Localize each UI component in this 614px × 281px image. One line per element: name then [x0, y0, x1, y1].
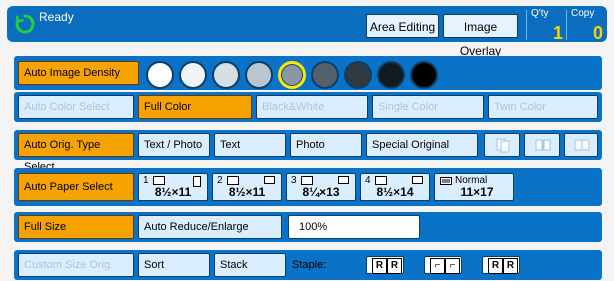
tray-2-size: 8½×11 — [228, 185, 266, 199]
tray-2-index: 2 — [217, 175, 223, 186]
staple-glyph: R — [488, 258, 503, 274]
full-size-button[interactable]: Full Size — [18, 215, 134, 239]
tray-3-index: 3 — [291, 175, 297, 186]
duplex-original-button[interactable] — [484, 133, 520, 157]
auto-color-select-button[interactable]: Auto Color Select — [18, 95, 134, 119]
copy-count-value: 0 — [592, 23, 603, 43]
paper-tray-icon — [375, 176, 387, 185]
full-color-button[interactable]: Full Color — [138, 95, 252, 119]
zoom-ratio-field[interactable]: 100% — [288, 215, 420, 239]
area-editing-button[interactable]: Area Editing — [366, 14, 439, 38]
tray-1-size: 8½×11 — [154, 185, 192, 199]
density-level-7[interactable] — [344, 61, 372, 89]
staple-glyph: R — [387, 258, 402, 274]
density-level-4[interactable] — [245, 61, 273, 89]
bypass-size: 11×17 — [460, 185, 494, 199]
density-level-8[interactable] — [377, 61, 405, 89]
staple-option-1[interactable]: R R — [366, 256, 404, 274]
tray-4-button[interactable]: 4 8½×14 — [360, 173, 430, 201]
tray-3-button[interactable]: 3 8¼×13 — [286, 173, 356, 201]
status-header: Ready Area Editing Image Overlay Q'ty 1 … — [7, 6, 607, 58]
book-original-icon — [535, 139, 551, 151]
staple-option-2[interactable]: ⌐ ⌐ — [424, 256, 462, 274]
combine-original-button[interactable] — [564, 133, 598, 157]
stack-button[interactable]: Stack — [214, 253, 286, 277]
density-row: Auto Image Density — [14, 56, 602, 90]
tray-4-index: 4 — [365, 175, 371, 186]
quantity-display: Q'ty 1 — [527, 8, 567, 42]
staple-glyph: R — [372, 258, 387, 274]
combine-original-icon — [574, 139, 590, 151]
density-level-2[interactable] — [179, 61, 207, 89]
black-white-button[interactable]: Black&White — [256, 95, 368, 119]
auto-image-density-button[interactable]: Auto Image Density — [18, 61, 139, 85]
original-type-row: Auto Orig. Type Select Text / Photo Text… — [14, 130, 602, 173]
density-level-5[interactable] — [278, 61, 306, 89]
reduce-enlarge-row: Full Size Auto Reduce/Enlarge 100% — [14, 212, 602, 242]
paper-select-row: Auto Paper Select 1 8½×11 2 8½×11 3 8¼×1… — [14, 168, 602, 206]
image-overlay-button[interactable]: Image Overlay — [443, 14, 518, 58]
color-mode-row: Auto Color Select Full Color Black&White… — [14, 92, 602, 122]
density-level-1[interactable] — [146, 61, 174, 89]
book-original-button[interactable] — [524, 133, 560, 157]
twin-color-button[interactable]: Twin Color — [488, 95, 598, 119]
status-text: Ready — [39, 10, 74, 24]
tray-2-button[interactable]: 2 8½×11 — [212, 173, 282, 201]
paper-tray-icon — [153, 176, 165, 185]
custom-size-orig-button[interactable]: Custom Size Orig. — [18, 253, 134, 277]
tray-1-index: 1 — [143, 175, 149, 186]
text-photo-button[interactable]: Text / Photo — [138, 133, 210, 157]
auto-orig-type-select-button[interactable]: Auto Orig. Type Select — [18, 133, 134, 173]
ready-icon — [15, 14, 35, 34]
paper-tray-icon — [301, 176, 313, 185]
landscape-orientation-icon — [338, 176, 349, 184]
copy-count-label: Copy — [571, 8, 595, 19]
bypass-tray-icon — [440, 177, 452, 185]
landscape-orientation-icon — [412, 176, 423, 184]
density-level-9[interactable] — [410, 61, 438, 89]
auto-paper-select-button[interactable]: Auto Paper Select — [18, 173, 134, 201]
text-button[interactable]: Text — [214, 133, 286, 157]
special-original-button[interactable]: Special Original — [366, 133, 478, 157]
density-level-3[interactable] — [212, 61, 240, 89]
duplex-original-icon — [496, 138, 510, 153]
single-color-button[interactable]: Single Color — [372, 95, 484, 119]
quantity-value: 1 — [552, 23, 563, 43]
staple-glyph: ⌐ — [430, 258, 445, 274]
bypass-tray-button[interactable]: Normal 11×17 — [434, 173, 514, 201]
auto-reduce-enlarge-button[interactable]: Auto Reduce/Enlarge — [138, 215, 282, 239]
quantity-label: Q'ty — [531, 8, 549, 19]
tray-3-size: 8¼×13 — [302, 185, 340, 199]
staple-label: Staple: — [292, 259, 327, 271]
staple-option-3[interactable]: R R — [482, 256, 520, 274]
copy-count-display: Copy 0 — [567, 8, 607, 42]
staple-glyph: R — [503, 258, 518, 274]
landscape-orientation-icon — [264, 176, 275, 184]
tray-4-size: 8½×14 — [376, 185, 414, 199]
finishing-row: Custom Size Orig. Sort Stack Staple: R R… — [14, 250, 602, 280]
paper-tray-icon — [227, 176, 239, 185]
staple-glyph: ⌐ — [445, 258, 460, 274]
copier-panel: Ready Area Editing Image Overlay Q'ty 1 … — [0, 0, 614, 281]
density-level-6[interactable] — [311, 61, 339, 89]
sort-button[interactable]: Sort — [138, 253, 210, 277]
tray-1-button[interactable]: 1 8½×11 — [138, 173, 208, 201]
photo-button[interactable]: Photo — [290, 133, 362, 157]
